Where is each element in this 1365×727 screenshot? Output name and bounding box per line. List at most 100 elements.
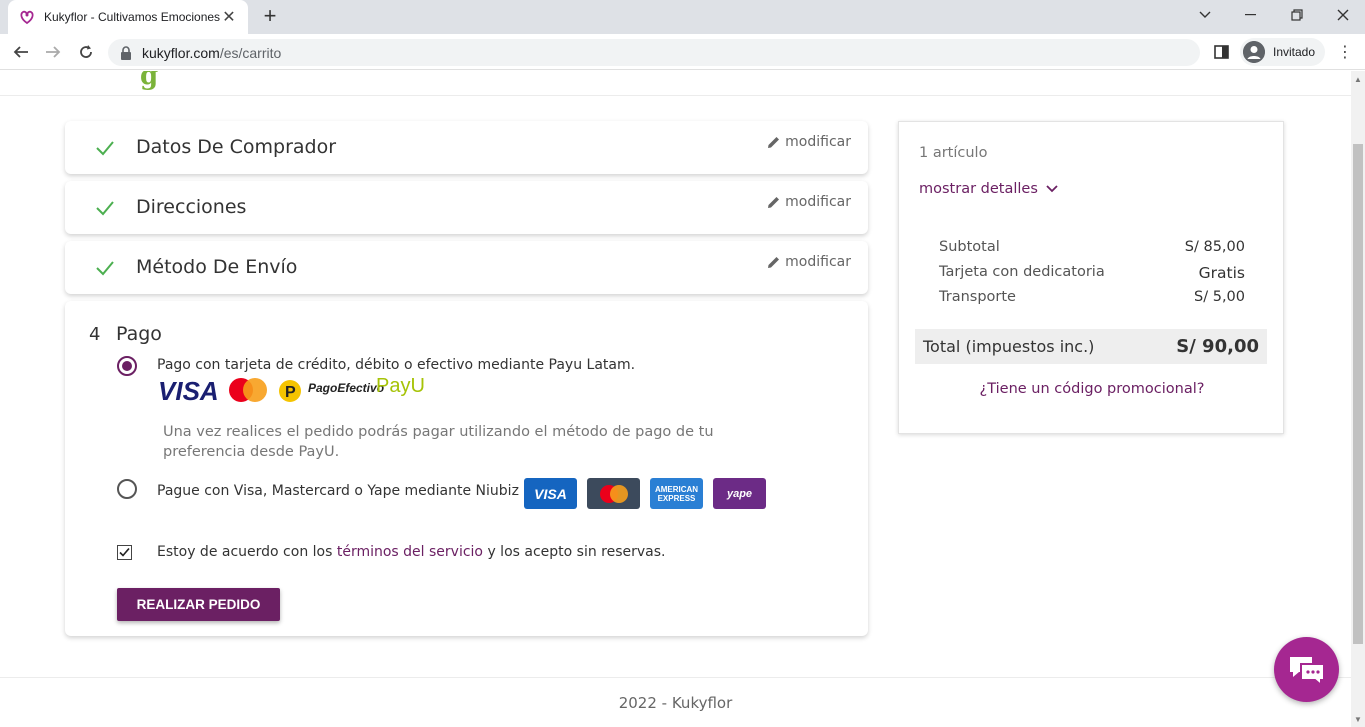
browser-tab-title: Kukyflor - Cultivamos Emociones — [44, 10, 220, 24]
site-header: g — [0, 71, 1351, 96]
svg-text:P: P — [285, 384, 296, 401]
browser-tab-active[interactable]: Kukyflor - Cultivamos Emociones ✕ — [8, 0, 248, 34]
edit-envio-link[interactable]: modificar — [767, 254, 851, 270]
payu-option-label: Pago con tarjeta de crédito, débito o ef… — [157, 357, 636, 373]
guest-avatar-icon — [1243, 41, 1265, 63]
summary-line-subtotal: Subtotal S/ 85,00 — [939, 239, 1245, 255]
payu-radio[interactable] — [117, 356, 137, 376]
site-logo[interactable]: g — [140, 71, 158, 91]
line-label: Transporte — [939, 289, 1016, 305]
visa-card-icon: VISA — [524, 478, 577, 509]
line-label: Tarjeta con dedicatoria — [939, 264, 1105, 280]
mastercard-logo-icon — [229, 378, 267, 402]
scroll-down-arrow-icon[interactable]: ▼ — [1351, 711, 1365, 727]
chevron-down-icon — [1046, 185, 1058, 193]
restore-window-icon[interactable] — [1274, 0, 1320, 30]
terms-of-service-link[interactable]: términos del servicio — [337, 544, 483, 560]
terms-before: Estoy de acuerdo con los — [157, 544, 337, 560]
scroll-up-arrow-icon[interactable]: ▲ — [1351, 71, 1365, 87]
show-details-label: mostrar detalles — [919, 181, 1038, 197]
step-direcciones: Direcciones modificar — [65, 181, 868, 234]
summary-line-transporte: Transporte S/ 5,00 — [939, 289, 1245, 305]
page-viewport: g Datos De Comprador modificar Direccion… — [0, 71, 1351, 727]
pagoefectivo-logo-icon: P — [279, 380, 301, 402]
amex-card-icon: AMERICAN EXPRESS — [650, 478, 703, 509]
footer-text: 2022 - Kukyflor — [618, 694, 733, 712]
visa-card-text: VISA — [534, 485, 567, 502]
mastercard-card-icon — [587, 478, 640, 509]
line-value: S/ 85,00 — [1184, 239, 1245, 255]
tab-search-chevron-icon[interactable] — [1182, 0, 1228, 30]
edit-label: modificar — [785, 134, 851, 150]
terms-checkbox[interactable] — [117, 544, 132, 560]
close-tab-icon[interactable]: ✕ — [220, 7, 238, 27]
terms-text: Estoy de acuerdo con los términos del se… — [157, 544, 666, 560]
site-footer: 2022 - Kukyflor — [0, 677, 1351, 727]
edit-label: modificar — [785, 194, 851, 210]
amex-line2: EXPRESS — [657, 493, 696, 503]
url-text: kukyflor.com/es/carrito — [142, 45, 281, 61]
summary-line-dedicatoria: Tarjeta con dedicatoria Gratis — [939, 264, 1245, 282]
browser-tab-strip: Kukyflor - Cultivamos Emociones ✕ + — [0, 0, 1365, 34]
svg-text:VISA: VISA — [158, 376, 219, 406]
check-icon — [96, 141, 114, 156]
scrollbar-thumb[interactable] — [1353, 144, 1363, 644]
chat-button[interactable] — [1274, 637, 1339, 702]
yape-card-icon: yape — [713, 478, 766, 509]
kukyflor-favicon-icon — [20, 10, 34, 25]
lock-icon — [121, 45, 131, 60]
niubiz-radio[interactable] — [117, 479, 137, 499]
step-title: Datos De Comprador — [136, 136, 337, 158]
promo-code-link[interactable]: ¿Tiene un código promocional? — [899, 381, 1285, 397]
step-title: Direcciones — [136, 196, 247, 218]
side-panel-icon[interactable] — [1212, 42, 1232, 62]
yape-card-text: yape — [726, 487, 753, 500]
pencil-icon — [768, 196, 780, 208]
amex-line1: AMERICAN — [654, 484, 699, 494]
payu-description: Una vez realices el pedido podrás pagar … — [163, 424, 714, 460]
terms-after: y los acepto sin reservas. — [483, 544, 666, 560]
place-order-button[interactable]: REALIZAR PEDIDO — [117, 588, 280, 621]
payu-text: PayU — [376, 375, 425, 397]
browser-toolbar: kukyflor.com/es/carrito Invitado ⋮ — [0, 34, 1365, 70]
step-title: Método De Envío — [136, 256, 298, 278]
address-bar[interactable]: kukyflor.com/es/carrito — [108, 39, 1200, 66]
pencil-icon — [768, 136, 780, 148]
check-icon — [96, 261, 114, 276]
niubiz-option-label: Pague con Visa, Mastercard o Yape median… — [157, 483, 519, 499]
summary-total: Total (impuestos inc.) S/ 90,00 — [915, 329, 1267, 364]
forward-arrow-icon[interactable] — [41, 40, 65, 64]
back-arrow-icon[interactable] — [9, 40, 33, 64]
profile-label: Invitado — [1273, 45, 1316, 59]
line-label: Subtotal — [939, 239, 1000, 255]
step-title: Pago — [116, 323, 162, 345]
check-icon — [96, 201, 114, 216]
step-number: 4 — [89, 324, 101, 345]
pencil-icon — [768, 256, 780, 268]
url-host: kukyflor.com — [142, 44, 220, 61]
url-path: /es/carrito — [219, 44, 282, 61]
visa-logo-icon: VISA — [158, 376, 219, 406]
line-value: Gratis — [1198, 264, 1245, 282]
step-metodo-envio: Método De Envío modificar — [65, 241, 868, 294]
step-datos-comprador: Datos De Comprador modificar — [65, 121, 868, 174]
step-pago: 4 Pago Pago con tarjeta de crédito, débi… — [65, 301, 868, 636]
cart-summary: 1 artículo mostrar detalles Subtotal S/ … — [898, 121, 1284, 434]
edit-label: modificar — [785, 254, 851, 270]
total-value: S/ 90,00 — [1176, 336, 1259, 357]
payu-brand-logos: VISA P PagoEfectivo PayU — [158, 374, 438, 406]
profile-button[interactable]: Invitado — [1240, 38, 1326, 66]
browser-menu-icon[interactable]: ⋮ — [1336, 42, 1354, 62]
edit-direcciones-link[interactable]: modificar — [767, 194, 851, 210]
total-label: Total (impuestos inc.) — [923, 337, 1095, 356]
new-tab-button[interactable]: + — [258, 5, 282, 29]
show-details-toggle[interactable]: mostrar detalles — [919, 181, 1058, 197]
reload-icon[interactable] — [74, 40, 98, 64]
line-value: S/ 5,00 — [1194, 289, 1245, 305]
chat-bubbles-icon — [1289, 656, 1325, 687]
terms-row: Estoy de acuerdo con los términos del se… — [117, 544, 666, 560]
close-window-icon[interactable] — [1320, 0, 1365, 30]
minimize-window-icon[interactable] — [1228, 0, 1274, 30]
edit-datos-link[interactable]: modificar — [767, 134, 851, 150]
niubiz-card-logos: VISA AMERICAN EXPRESS yape — [524, 478, 766, 509]
